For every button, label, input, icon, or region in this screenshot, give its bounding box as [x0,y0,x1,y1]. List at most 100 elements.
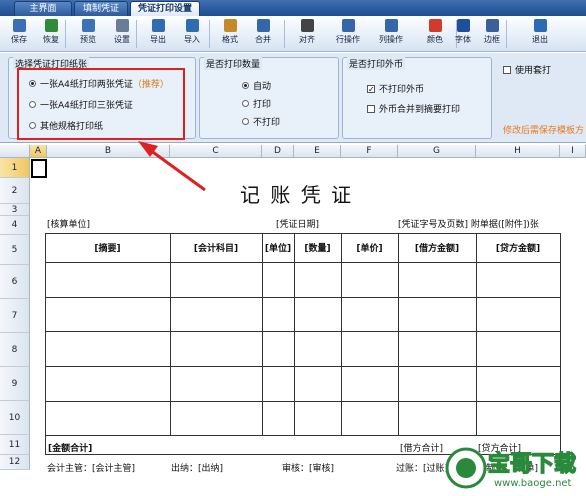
row-header[interactable]: 3 [0,204,30,216]
merge-foreign-checkbox[interactable]: 外币合并到摘要打印 [367,102,460,115]
table-grid-line [262,233,263,435]
table-header-cell: [借方金额] [414,244,460,254]
table-header-cell: [贷方金额] [495,244,541,254]
preview-icon [81,19,95,32]
tab-print-settings[interactable]: 凭证打印设置 [130,1,200,16]
column-header[interactable]: B [47,145,170,158]
row-header[interactable]: 7 [0,299,30,333]
column-header[interactable]: D [262,145,294,158]
watermark-url: www.baoge.net [494,478,572,489]
table-grid-line [398,233,399,435]
row-header[interactable]: 6 [0,265,30,299]
row-header[interactable]: 5 [0,235,30,265]
table-header-cell: [单价] [356,244,383,254]
tab-fill-voucher[interactable]: 填制凭证 [74,1,128,16]
column-button[interactable]: 列操作 [376,18,406,50]
table-grid-line [45,435,46,455]
exit-button[interactable]: 退出 [525,18,555,50]
toolbar-label: 退出 [532,35,548,44]
toolbar-label: 保存 [11,35,27,44]
quantity-auto[interactable]: 自动 [242,79,271,92]
toolbar-label: 边框 [484,35,500,44]
import-icon [185,19,199,32]
checkbox-checked-icon: ✓ [367,84,375,94]
align-button[interactable]: 对齐 [292,18,322,50]
footer-signature: 过账：[过账] [396,464,449,474]
align-icon [300,19,314,32]
toolbar-label: 颜色 [427,35,443,44]
voucher-title: 记 账 凭 证 [240,183,354,207]
row-header[interactable]: 1 [0,158,30,178]
column-icon [384,19,398,32]
column-header[interactable]: H [476,145,560,158]
selected-cell[interactable] [31,159,47,178]
radio-icon [242,100,249,107]
quantity-group-title: 是否打印数量 [204,57,263,70]
row-header[interactable]: 8 [0,333,30,367]
foreign-group-title: 是否打印外币 [347,57,406,70]
row-header[interactable]: 2 [0,178,30,204]
table-grid-line [45,297,560,298]
watermark-text: 宝哥下载 [488,451,576,477]
spreadsheet[interactable]: A B C D E F G H I 1 2 3 4 5 6 7 8 9 10 11 12 记 账 凭 证 [核算单位] [凭证… [0,145,586,496]
settings-button[interactable]: 设置 [107,18,137,50]
save-template-note: 修改后需保存模板方 [503,126,585,136]
total-label: [金额合计] [48,444,93,454]
table-grid-line [45,435,560,436]
row-button[interactable]: 行操作 [333,18,363,50]
table-grid-line [341,233,342,435]
border-button[interactable]: 边框 [477,18,507,50]
table-grid-line [476,233,477,435]
no-foreign-checkbox[interactable]: ✓ 不打印外币 [367,82,424,95]
preview-button[interactable]: 预览 [73,18,103,50]
tab-main[interactable]: 主界面 [14,1,72,16]
checkbox-icon [367,104,375,113]
table-grid-line [170,233,171,435]
export-icon [151,19,165,32]
column-header[interactable]: I [560,145,586,158]
color-button[interactable]: 颜色 [420,18,450,50]
voucher-number-field: [凭证字号及页数] 附单据([附件])张 [398,220,539,230]
row-header[interactable]: 11 [0,435,30,455]
footer-signature: 审核：[审核] [282,464,335,474]
column-header[interactable]: G [398,145,476,158]
save-button[interactable]: 保存 [4,18,34,50]
toolbar-label: 预览 [80,35,96,44]
row-header[interactable]: 10 [0,401,30,435]
corner-cell[interactable] [0,145,30,158]
row-header[interactable]: 9 [0,367,30,401]
font-button[interactable]: 字体 [448,18,478,50]
toolbar: 保存 恢复 预览 设置 导出 导入 格式 合并 对齐 行操作 列操作 颜色 字体 边框 退出 [0,16,586,52]
footer-signature: 出纳：[出纳] [171,464,224,474]
table-header-cell: [摘要] [94,244,121,254]
column-header[interactable]: F [341,145,398,158]
table-header-cell: [单位] [264,244,292,254]
column-header[interactable]: E [294,145,341,158]
watermark-logo: 宝哥下载 www.baoge.net [444,446,580,490]
use-template-checkbox[interactable]: 使用套打 [503,63,551,76]
quantity-group: 是否打印数量 自动 打印 不打印 [199,57,339,139]
format-brush-button[interactable]: 格式 [215,18,245,50]
table-grid-line [45,233,46,435]
undo-button[interactable]: 恢复 [36,18,66,50]
export-button[interactable]: 导出 [143,18,173,50]
toolbar-label: 恢复 [43,35,59,44]
radio-icon [242,118,249,125]
foreign-group: 是否打印外币 ✓ 不打印外币 外币合并到摘要打印 [342,57,492,139]
toolbar-label: 格式 [222,35,238,44]
settings-icon [115,19,129,32]
import-button[interactable]: 导入 [177,18,207,50]
border-icon [485,19,499,32]
checkbox-icon [503,65,511,74]
column-header[interactable]: C [170,145,262,158]
toolbar-label: 对齐 [299,35,315,44]
quantity-print[interactable]: 打印 [242,97,271,110]
row-header[interactable]: 4 [0,216,30,235]
save-icon [12,19,26,32]
total-debit: [借方合计] [400,444,444,454]
merge-button[interactable]: 合并 [248,18,278,50]
row-header[interactable]: 12 [0,455,30,470]
quantity-no-print[interactable]: 不打印 [242,115,280,128]
format-brush-icon [223,19,237,32]
column-header[interactable]: A [30,145,47,158]
